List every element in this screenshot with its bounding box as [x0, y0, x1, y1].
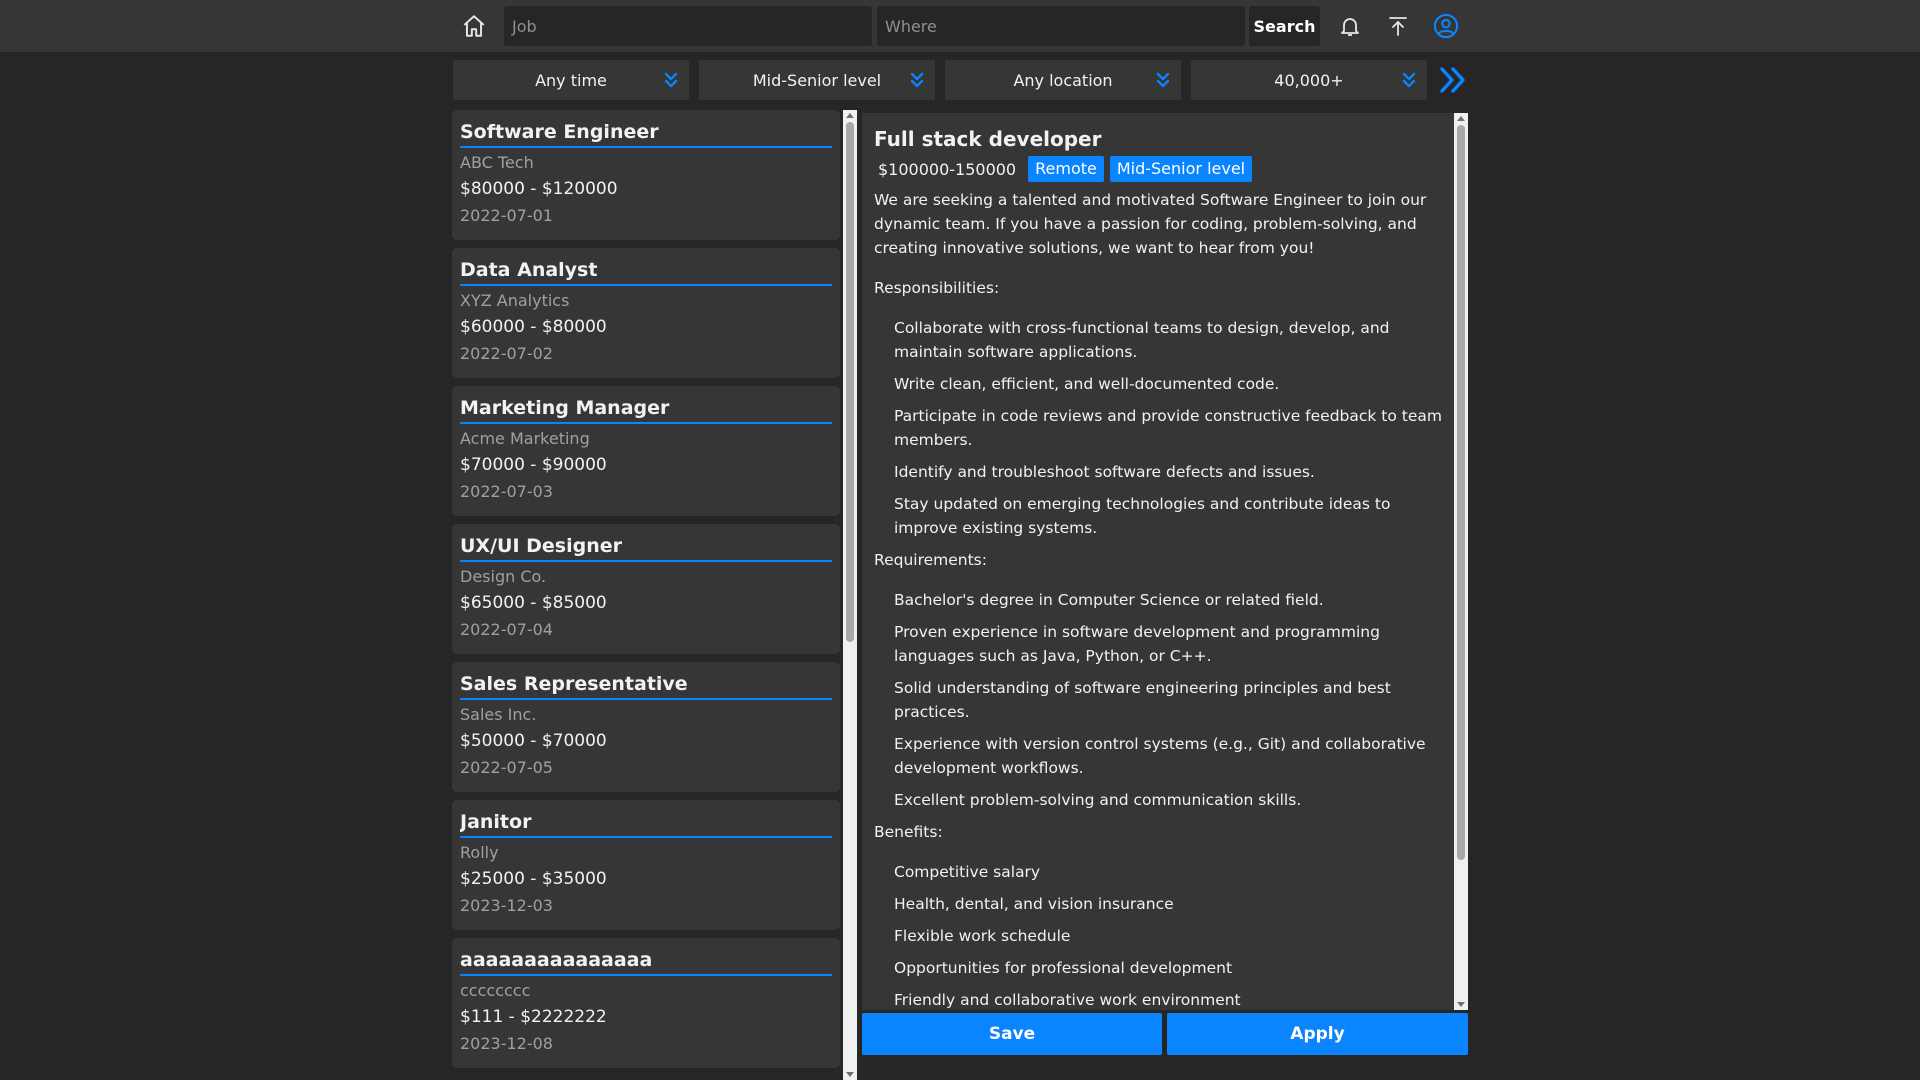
list-item: Excellent problem-solving and communicat… [894, 791, 1302, 809]
level-filter-select[interactable]: Mid-Senior level [699, 60, 935, 100]
list-item: Experience with version control systems … [894, 735, 1426, 777]
more-filters-button[interactable] [1437, 64, 1469, 96]
job-card-date: 2022-07-05 [460, 758, 553, 777]
job-card-salary: $65000 - $85000 [460, 593, 607, 613]
scrollbar-thumb[interactable] [846, 122, 854, 642]
job-detail-salary: $100000-150000 [878, 159, 1017, 179]
job-card[interactable]: UX/UI Designer Design Co. $65000 - $8500… [452, 524, 840, 654]
scrollbar-thumb[interactable] [1457, 125, 1465, 860]
job-card-salary: $70000 - $90000 [460, 455, 607, 475]
time-filter-value: Any time [535, 70, 607, 90]
level-badge: Mid-Senior level [1109, 156, 1253, 182]
top-bar: Job Where Search [0, 0, 1920, 52]
search-button[interactable]: Search [1249, 6, 1320, 46]
location-filter-value: Any location [1013, 70, 1113, 90]
job-card-title: UX/UI Designer [460, 534, 832, 562]
job-card-salary: $60000 - $80000 [460, 317, 607, 337]
benefits-heading: Benefits: [874, 823, 943, 841]
job-card-salary: $111 - $2222222 [460, 1007, 607, 1027]
job-card-company: cccccccc [460, 981, 531, 1000]
job-card-company: Acme Marketing [460, 429, 590, 448]
save-button[interactable]: Save [862, 1013, 1162, 1055]
job-card-date: 2023-12-08 [460, 1034, 553, 1053]
where-input-placeholder: Where [885, 16, 937, 36]
list-item: Competitive salary [894, 863, 1041, 881]
job-detail-meta: $100000-150000 Remote Mid-Senior level [874, 156, 1442, 182]
list-item: Flexible work schedule [894, 927, 1071, 945]
salary-filter-select[interactable]: 40,000+ [1191, 60, 1427, 100]
list-item: Health, dental, and vision insurance [894, 895, 1174, 913]
job-card-title: aaaaaaaaaaaaaaa [460, 948, 832, 976]
job-card-salary: $50000 - $70000 [460, 731, 607, 751]
double-chevron-down-icon [1402, 72, 1416, 88]
requirements-list: Bachelor's degree in Computer Science or… [874, 588, 1442, 812]
job-card-company: Sales Inc. [460, 705, 537, 724]
requirements-heading: Requirements: [874, 551, 987, 569]
scroll-down-arrow-icon[interactable] [1457, 1002, 1465, 1007]
list-item: Collaborate with cross-functional teams … [894, 319, 1390, 361]
home-icon[interactable] [458, 10, 490, 42]
scroll-up-arrow-icon[interactable] [1457, 116, 1465, 121]
double-chevron-down-icon [664, 72, 678, 88]
location-filter-select[interactable]: Any location [945, 60, 1181, 100]
list-item: Bachelor's degree in Computer Science or… [894, 591, 1324, 609]
job-detail-panel: Full stack developer $100000-150000 Remo… [862, 113, 1454, 1010]
list-item: Proven experience in software developmen… [894, 623, 1380, 665]
job-card-date: 2022-07-03 [460, 482, 553, 501]
job-description: We are seeking a talented and motivated … [874, 191, 1427, 257]
salary-filter-value: 40,000+ [1274, 70, 1344, 90]
job-list-scrollbar[interactable] [843, 110, 857, 1080]
responsibilities-list: Collaborate with cross-functional teams … [874, 316, 1442, 540]
job-card-date: 2022-07-04 [460, 620, 553, 639]
job-input[interactable]: Job [504, 6, 872, 46]
time-filter-select[interactable]: Any time [453, 60, 689, 100]
job-list: Software Engineer ABC Tech $80000 - $120… [452, 110, 840, 1080]
job-detail-title: Full stack developer [874, 127, 1102, 151]
responsibilities-heading: Responsibilities: [874, 279, 1000, 297]
job-detail-scrollbar[interactable] [1454, 113, 1468, 1010]
scroll-up-arrow-icon[interactable] [846, 113, 854, 118]
job-card[interactable]: Software Engineer ABC Tech $80000 - $120… [452, 110, 840, 240]
remote-badge: Remote [1028, 156, 1104, 182]
list-item: Friendly and collaborative work environm… [894, 991, 1241, 1009]
double-chevron-down-icon [1156, 72, 1170, 88]
job-card-date: 2022-07-02 [460, 344, 553, 363]
job-card-title: Sales Representative [460, 672, 832, 700]
job-card-title: Software Engineer [460, 120, 832, 148]
user-circle-icon[interactable] [1430, 10, 1462, 42]
bell-icon[interactable] [1334, 10, 1366, 42]
scroll-down-arrow-icon[interactable] [846, 1072, 854, 1077]
apply-button[interactable]: Apply [1167, 1013, 1468, 1055]
job-card[interactable]: Sales Representative Sales Inc. $50000 -… [452, 662, 840, 792]
double-chevron-right-icon [1440, 67, 1465, 93]
list-item: Solid understanding of software engineer… [894, 679, 1391, 721]
job-card-company: ABC Tech [460, 153, 534, 172]
job-card-title: Marketing Manager [460, 396, 832, 424]
list-item: Identify and troubleshoot software defec… [894, 463, 1315, 481]
upload-icon[interactable] [1382, 10, 1414, 42]
job-card-salary: $25000 - $35000 [460, 869, 607, 889]
level-filter-value: Mid-Senior level [752, 70, 882, 90]
job-card-date: 2022-07-01 [460, 206, 553, 225]
job-card[interactable]: Data Analyst XYZ Analytics $60000 - $800… [452, 248, 840, 378]
list-item: Opportunities for professional developme… [894, 959, 1233, 977]
benefits-list: Competitive salary Health, dental, and v… [874, 860, 1442, 1010]
job-card-title: Data Analyst [460, 258, 832, 286]
job-card[interactable]: aaaaaaaaaaaaaaa cccccccc $111 - $2222222… [452, 938, 840, 1068]
job-card-title: Janitor [460, 810, 832, 838]
job-card-company: Rolly [460, 843, 499, 862]
job-card-salary: $80000 - $120000 [460, 179, 618, 199]
list-item: Write clean, efficient, and well-documen… [894, 375, 1280, 393]
job-input-placeholder: Job [512, 16, 537, 36]
double-chevron-down-icon [910, 72, 924, 88]
list-item: Stay updated on emerging technologies an… [894, 495, 1391, 537]
where-input[interactable]: Where [877, 6, 1245, 46]
job-card-company: XYZ Analytics [460, 291, 570, 310]
job-card-date: 2023-12-03 [460, 896, 553, 915]
job-card[interactable]: Marketing Manager Acme Marketing $70000 … [452, 386, 840, 516]
job-card-company: Design Co. [460, 567, 547, 586]
list-item: Participate in code reviews and provide … [894, 407, 1443, 449]
job-card[interactable]: Janitor Rolly $25000 - $35000 2023-12-03 [452, 800, 840, 930]
